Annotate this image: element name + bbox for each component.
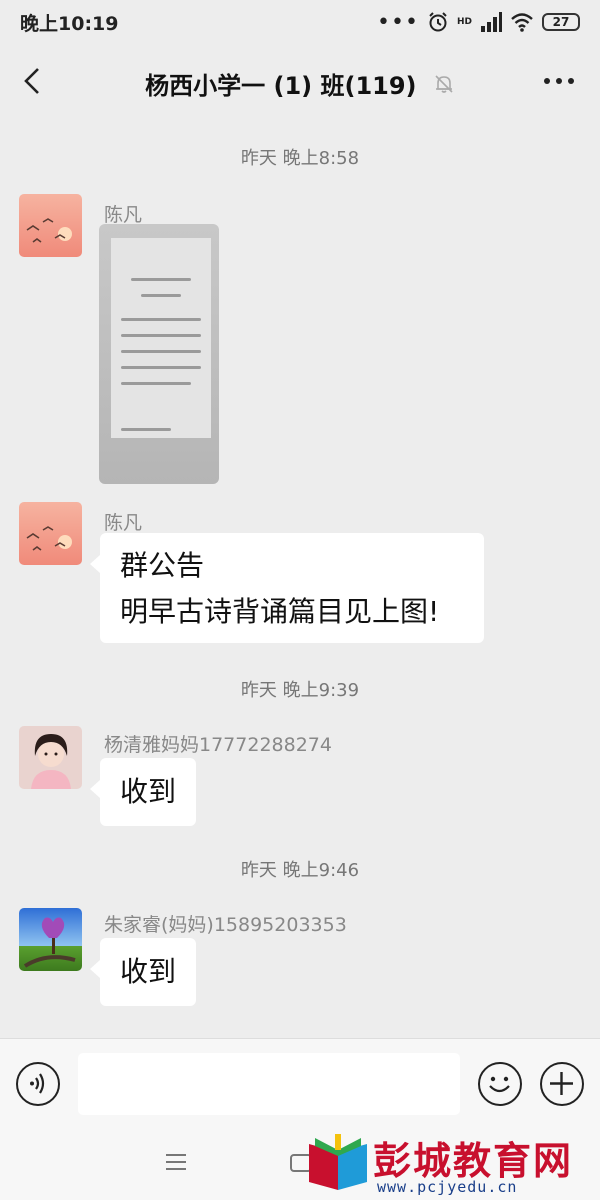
chat-area[interactable]: 昨天 晚上8:58 陈凡 陈凡 群公告 明早古诗背诵篇目见上图! 昨天 晚上9:… [0,120,600,1038]
emoji-icon[interactable] [478,1062,522,1106]
input-bar [0,1038,600,1128]
signal-icon [481,12,502,32]
image-message[interactable] [99,224,219,484]
image-thumbnail [111,238,211,438]
wifi-icon [511,13,533,32]
message-text-line: 明早古诗背诵篇目见上图! [120,595,440,628]
message-text: 收到 [120,775,177,808]
add-attachment-icon[interactable] [540,1062,584,1106]
status-icons: ••• HD 27 [377,10,580,35]
status-time: 晚上10:19 [20,12,119,35]
message-bubble[interactable]: 收到 [89,938,197,1006]
watermark: 彭城教育网 www.pcjyedu.cn [305,1128,595,1200]
sender-name: 陈凡 [104,204,143,226]
mute-bell-icon [435,74,453,93]
chat-header: 杨西小学一 (1) 班(119) [0,44,600,120]
alarm-icon [429,12,447,32]
group-name: 杨西小学一 (1) 班(119) [145,72,417,100]
avatar[interactable] [19,726,82,789]
hd-label: HD [456,17,472,27]
message-bubble[interactable]: 收到 [89,758,197,826]
voice-input-icon[interactable] [16,1062,60,1106]
sender-name: 朱家睿(妈妈)15895203353 [104,914,347,936]
timestamp: 昨天 晚上9:46 [240,860,360,881]
battery-icon: 27 [542,13,580,31]
status-bar: 晚上10:19 ••• HD 27 [0,0,600,44]
chat-title: 杨西小学一 (1) 班(119) [0,66,600,101]
message-text: 收到 [120,955,177,988]
avatar[interactable] [19,908,82,971]
watermark-title: 彭城教育网 [373,1139,574,1183]
menu-icon[interactable] [166,1154,186,1170]
message-text-line: 群公告 [120,549,205,582]
message-input[interactable] [78,1053,460,1115]
sender-name: 陈凡 [104,512,143,534]
timestamp: 昨天 晚上8:58 [240,148,360,169]
avatar[interactable] [19,194,82,257]
message-bubble[interactable]: 群公告 明早古诗背诵篇目见上图! [90,533,484,643]
more-options-icon[interactable] [544,78,574,84]
watermark-url: www.pcjyedu.cn [377,1178,518,1196]
avatar[interactable] [19,502,82,565]
sender-name: 杨清雅妈妈17772288274 [104,734,332,756]
timestamp: 昨天 晚上9:39 [240,680,360,701]
dots-icon: ••• [377,9,419,35]
book-logo-icon [309,1134,367,1190]
